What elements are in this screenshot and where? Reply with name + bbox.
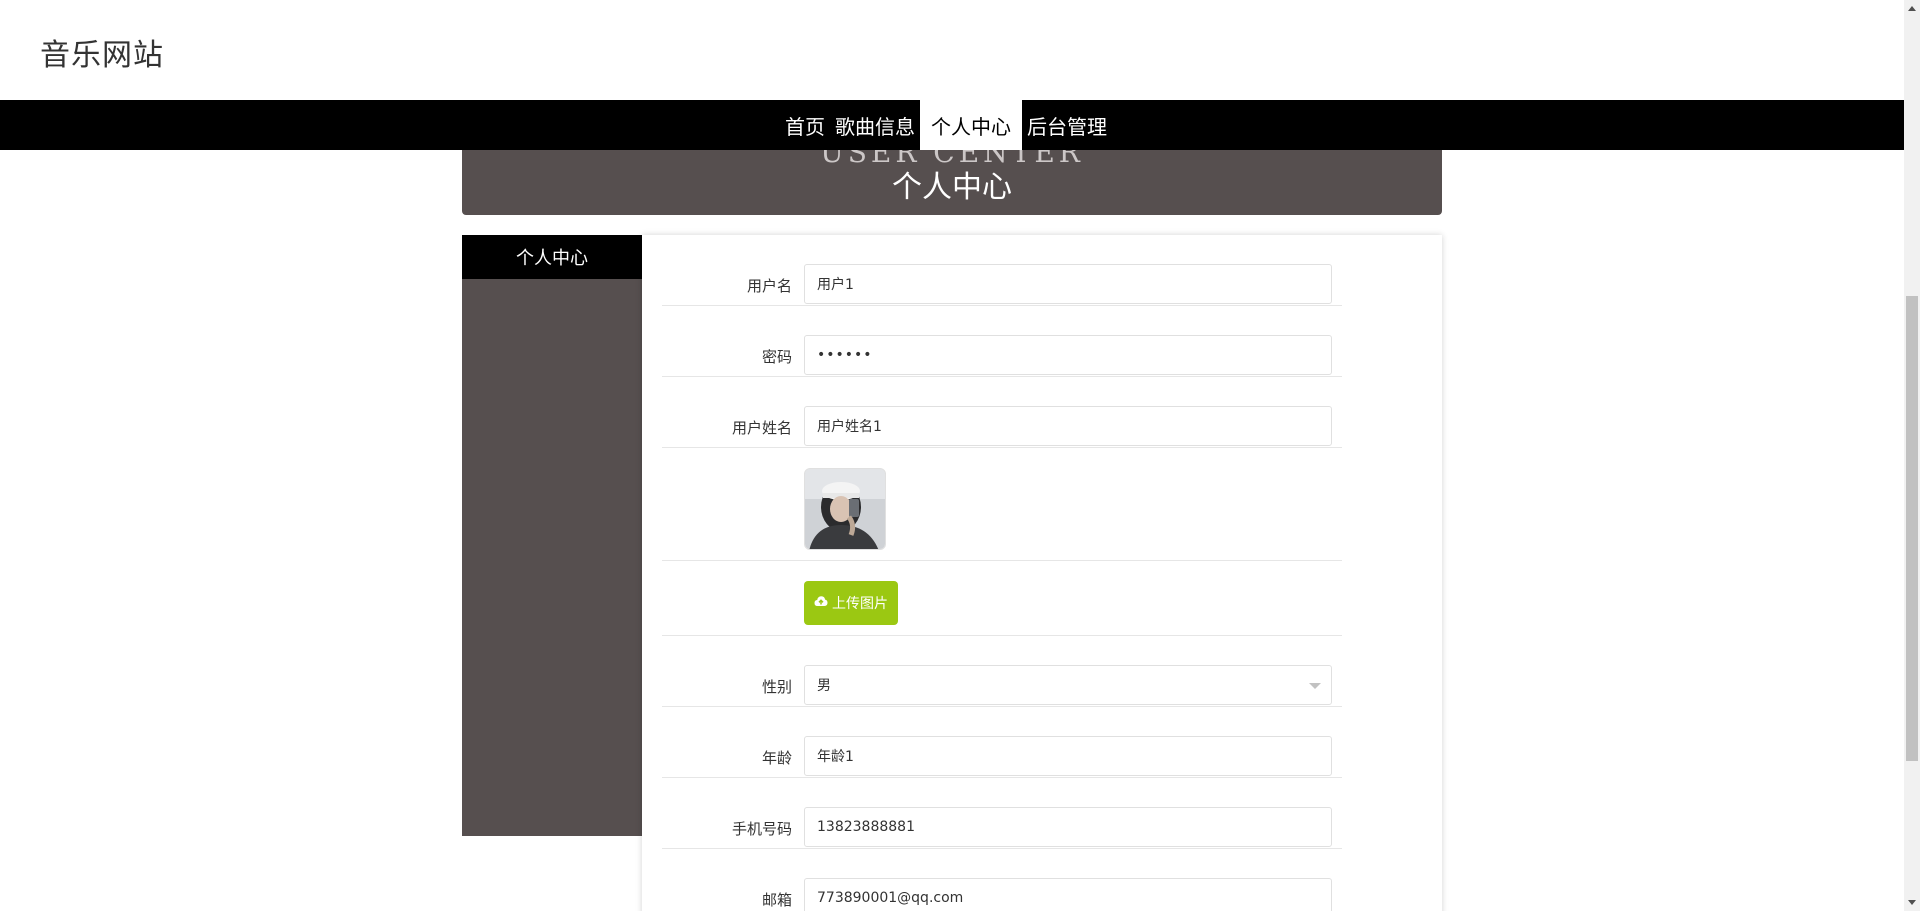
nav-item-songs[interactable]: 歌曲信息 xyxy=(830,100,920,150)
password-input[interactable] xyxy=(804,335,1332,375)
page-scrollbar[interactable] xyxy=(1904,0,1920,911)
site-header: 音乐网站 xyxy=(0,0,1904,100)
email-input[interactable] xyxy=(804,878,1332,911)
form-row-password: 密码 xyxy=(662,306,1342,377)
scrollbar-thumb[interactable] xyxy=(1906,296,1918,761)
age-label: 年龄 xyxy=(761,749,792,767)
email-label: 邮箱 xyxy=(761,891,792,909)
avatar-photo-icon xyxy=(805,469,885,549)
profile-form: 用户名 密码 用户姓名 xyxy=(642,235,1442,911)
gender-label: 性别 xyxy=(761,678,792,696)
site-title[interactable]: 音乐网站 xyxy=(40,30,164,74)
scroll-up-icon[interactable] xyxy=(1908,6,1916,11)
gender-selected-value: 男 xyxy=(817,678,831,694)
nav-item-user-center[interactable]: 个人中心 xyxy=(920,100,1022,150)
scroll-down-icon[interactable] xyxy=(1908,900,1916,905)
phone-label: 手机号码 xyxy=(731,820,792,838)
avatar[interactable] xyxy=(804,468,886,550)
upload-button-label: 上传图片 xyxy=(832,596,888,612)
form-row-avatar xyxy=(662,448,1342,561)
form-row-phone: 手机号码 xyxy=(662,778,1342,849)
realname-label: 用户姓名 xyxy=(731,419,792,437)
nav-list: 首页 歌曲信息 个人中心 后台管理 xyxy=(780,100,1112,150)
username-label: 用户名 xyxy=(746,277,792,295)
realname-input[interactable] xyxy=(804,406,1332,446)
cloud-upload-icon xyxy=(814,595,828,611)
nav-bar: 首页 歌曲信息 个人中心 后台管理 xyxy=(0,100,1904,150)
form-row-age: 年龄 xyxy=(662,707,1342,778)
banner-title: 个人中心 xyxy=(892,170,1012,205)
form-row-email: 邮箱 xyxy=(662,849,1342,911)
sidebar-item-user-center[interactable]: 个人中心 xyxy=(462,235,642,279)
gender-select[interactable]: 男 xyxy=(804,665,1332,705)
page-banner: USER CENTER 个人中心 xyxy=(462,150,1442,215)
upload-image-button[interactable]: 上传图片 xyxy=(804,581,898,625)
phone-input[interactable] xyxy=(804,807,1332,847)
form-row-upload: 上传图片 xyxy=(662,561,1342,636)
page: 音乐网站 首页 歌曲信息 个人中心 后台管理 USER CENTER 个人中心 … xyxy=(0,0,1904,911)
form-row-realname: 用户姓名 xyxy=(662,377,1342,448)
nav-item-home[interactable]: 首页 xyxy=(780,100,830,150)
nav-item-admin[interactable]: 后台管理 xyxy=(1022,100,1112,150)
form-row-gender: 性别 男 xyxy=(662,636,1342,707)
chevron-down-icon xyxy=(1309,683,1321,689)
username-input[interactable] xyxy=(804,264,1332,304)
form-row-username: 用户名 xyxy=(662,235,1342,306)
age-input[interactable] xyxy=(804,736,1332,776)
password-label: 密码 xyxy=(761,348,792,366)
sidebar: 个人中心 xyxy=(462,235,642,836)
